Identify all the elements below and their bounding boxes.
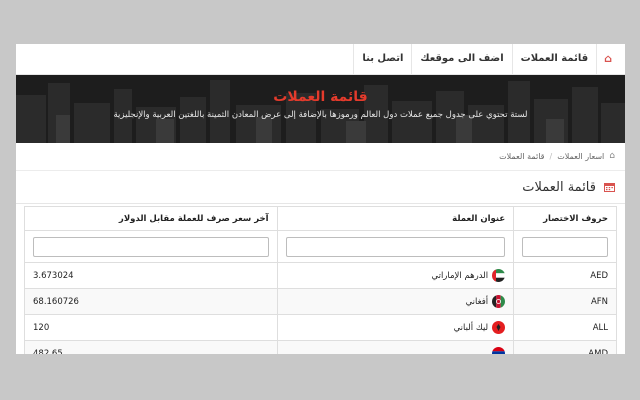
armenia-flag-icon xyxy=(492,347,506,354)
table-row[interactable]: AED الدرهم الإماراتي 3.673024 xyxy=(24,262,617,289)
currency-code: ALL xyxy=(513,314,617,341)
filter-row xyxy=(24,230,617,263)
currency-rate: 482.65 xyxy=(24,340,278,354)
page: ⌂ قائمة العملات اضف الى موقعك اتصل بنا ق… xyxy=(16,44,625,354)
currency-name-cell xyxy=(276,340,515,354)
column-header-code[interactable]: حروف الاختصار xyxy=(513,206,617,231)
breadcrumb-separator: / xyxy=(549,152,553,161)
breadcrumb-current: قائمة العملات xyxy=(499,152,545,161)
uae-flag-icon xyxy=(492,269,506,282)
currency-name-cell: أفغاني xyxy=(276,288,515,315)
table-row[interactable]: ALL ليك ألباني 120 xyxy=(24,314,617,341)
hero-banner: قائمة العملات لستة تحتوي على جدول جميع ع… xyxy=(16,75,625,143)
currency-name: ليك ألباني xyxy=(453,323,489,333)
nav-item-contact[interactable]: اتصل بنا xyxy=(353,44,411,74)
currency-name: الدرهم الإماراتي xyxy=(431,271,489,281)
filter-name-input[interactable] xyxy=(285,236,506,257)
breadcrumb-home-link[interactable]: اسعار العملات xyxy=(557,143,604,170)
currency-code: AED xyxy=(513,262,617,289)
table-row[interactable]: AFN أفغاني 68.160726 xyxy=(24,288,617,315)
albania-flag-icon xyxy=(492,321,506,334)
currency-rate: 120 xyxy=(24,314,278,341)
currency-code: AMD xyxy=(513,340,617,354)
afghanistan-flag-icon xyxy=(492,295,506,308)
nav-item-add-to-site[interactable]: اضف الى موقعك xyxy=(411,44,511,74)
currency-rate: 3.673024 xyxy=(24,262,278,289)
currency-name-cell: الدرهم الإماراتي xyxy=(276,262,515,289)
hero-subtitle: لستة تحتوي على جدول جميع عملات دول العال… xyxy=(113,110,528,120)
home-icon[interactable]: ⌂ xyxy=(596,44,619,74)
currency-table: حروف الاختصار عنوان العملة آخر سعر صرف ل… xyxy=(24,206,617,354)
column-header-rate[interactable]: آخر سعر صرف للعملة مقابل الدولار xyxy=(24,206,278,231)
hero-title: قائمة العملات xyxy=(273,89,368,105)
column-header-name[interactable]: عنوان العملة xyxy=(276,206,515,231)
nav-item-currency-list[interactable]: قائمة العملات xyxy=(511,44,596,74)
panel-title: قائمة العملات xyxy=(522,179,596,195)
table-row[interactable]: AMD 482.65 xyxy=(24,340,617,354)
filter-rate-input[interactable] xyxy=(33,236,269,257)
home-icon[interactable]: ⌂ xyxy=(609,143,615,170)
city-skyline-background xyxy=(16,75,625,143)
currency-code: AFN xyxy=(513,288,617,315)
top-nav: ⌂ قائمة العملات اضف الى موقعك اتصل بنا xyxy=(16,44,625,75)
currency-name-cell: ليك ألباني xyxy=(276,314,515,341)
calendar-icon xyxy=(604,183,615,192)
filter-code-input[interactable] xyxy=(522,236,608,257)
breadcrumb: ⌂ اسعار العملات / قائمة العملات xyxy=(16,143,625,171)
currency-name: أفغاني xyxy=(465,297,489,307)
currency-rate: 68.160726 xyxy=(24,288,278,315)
panel-heading: قائمة العملات xyxy=(16,171,625,204)
